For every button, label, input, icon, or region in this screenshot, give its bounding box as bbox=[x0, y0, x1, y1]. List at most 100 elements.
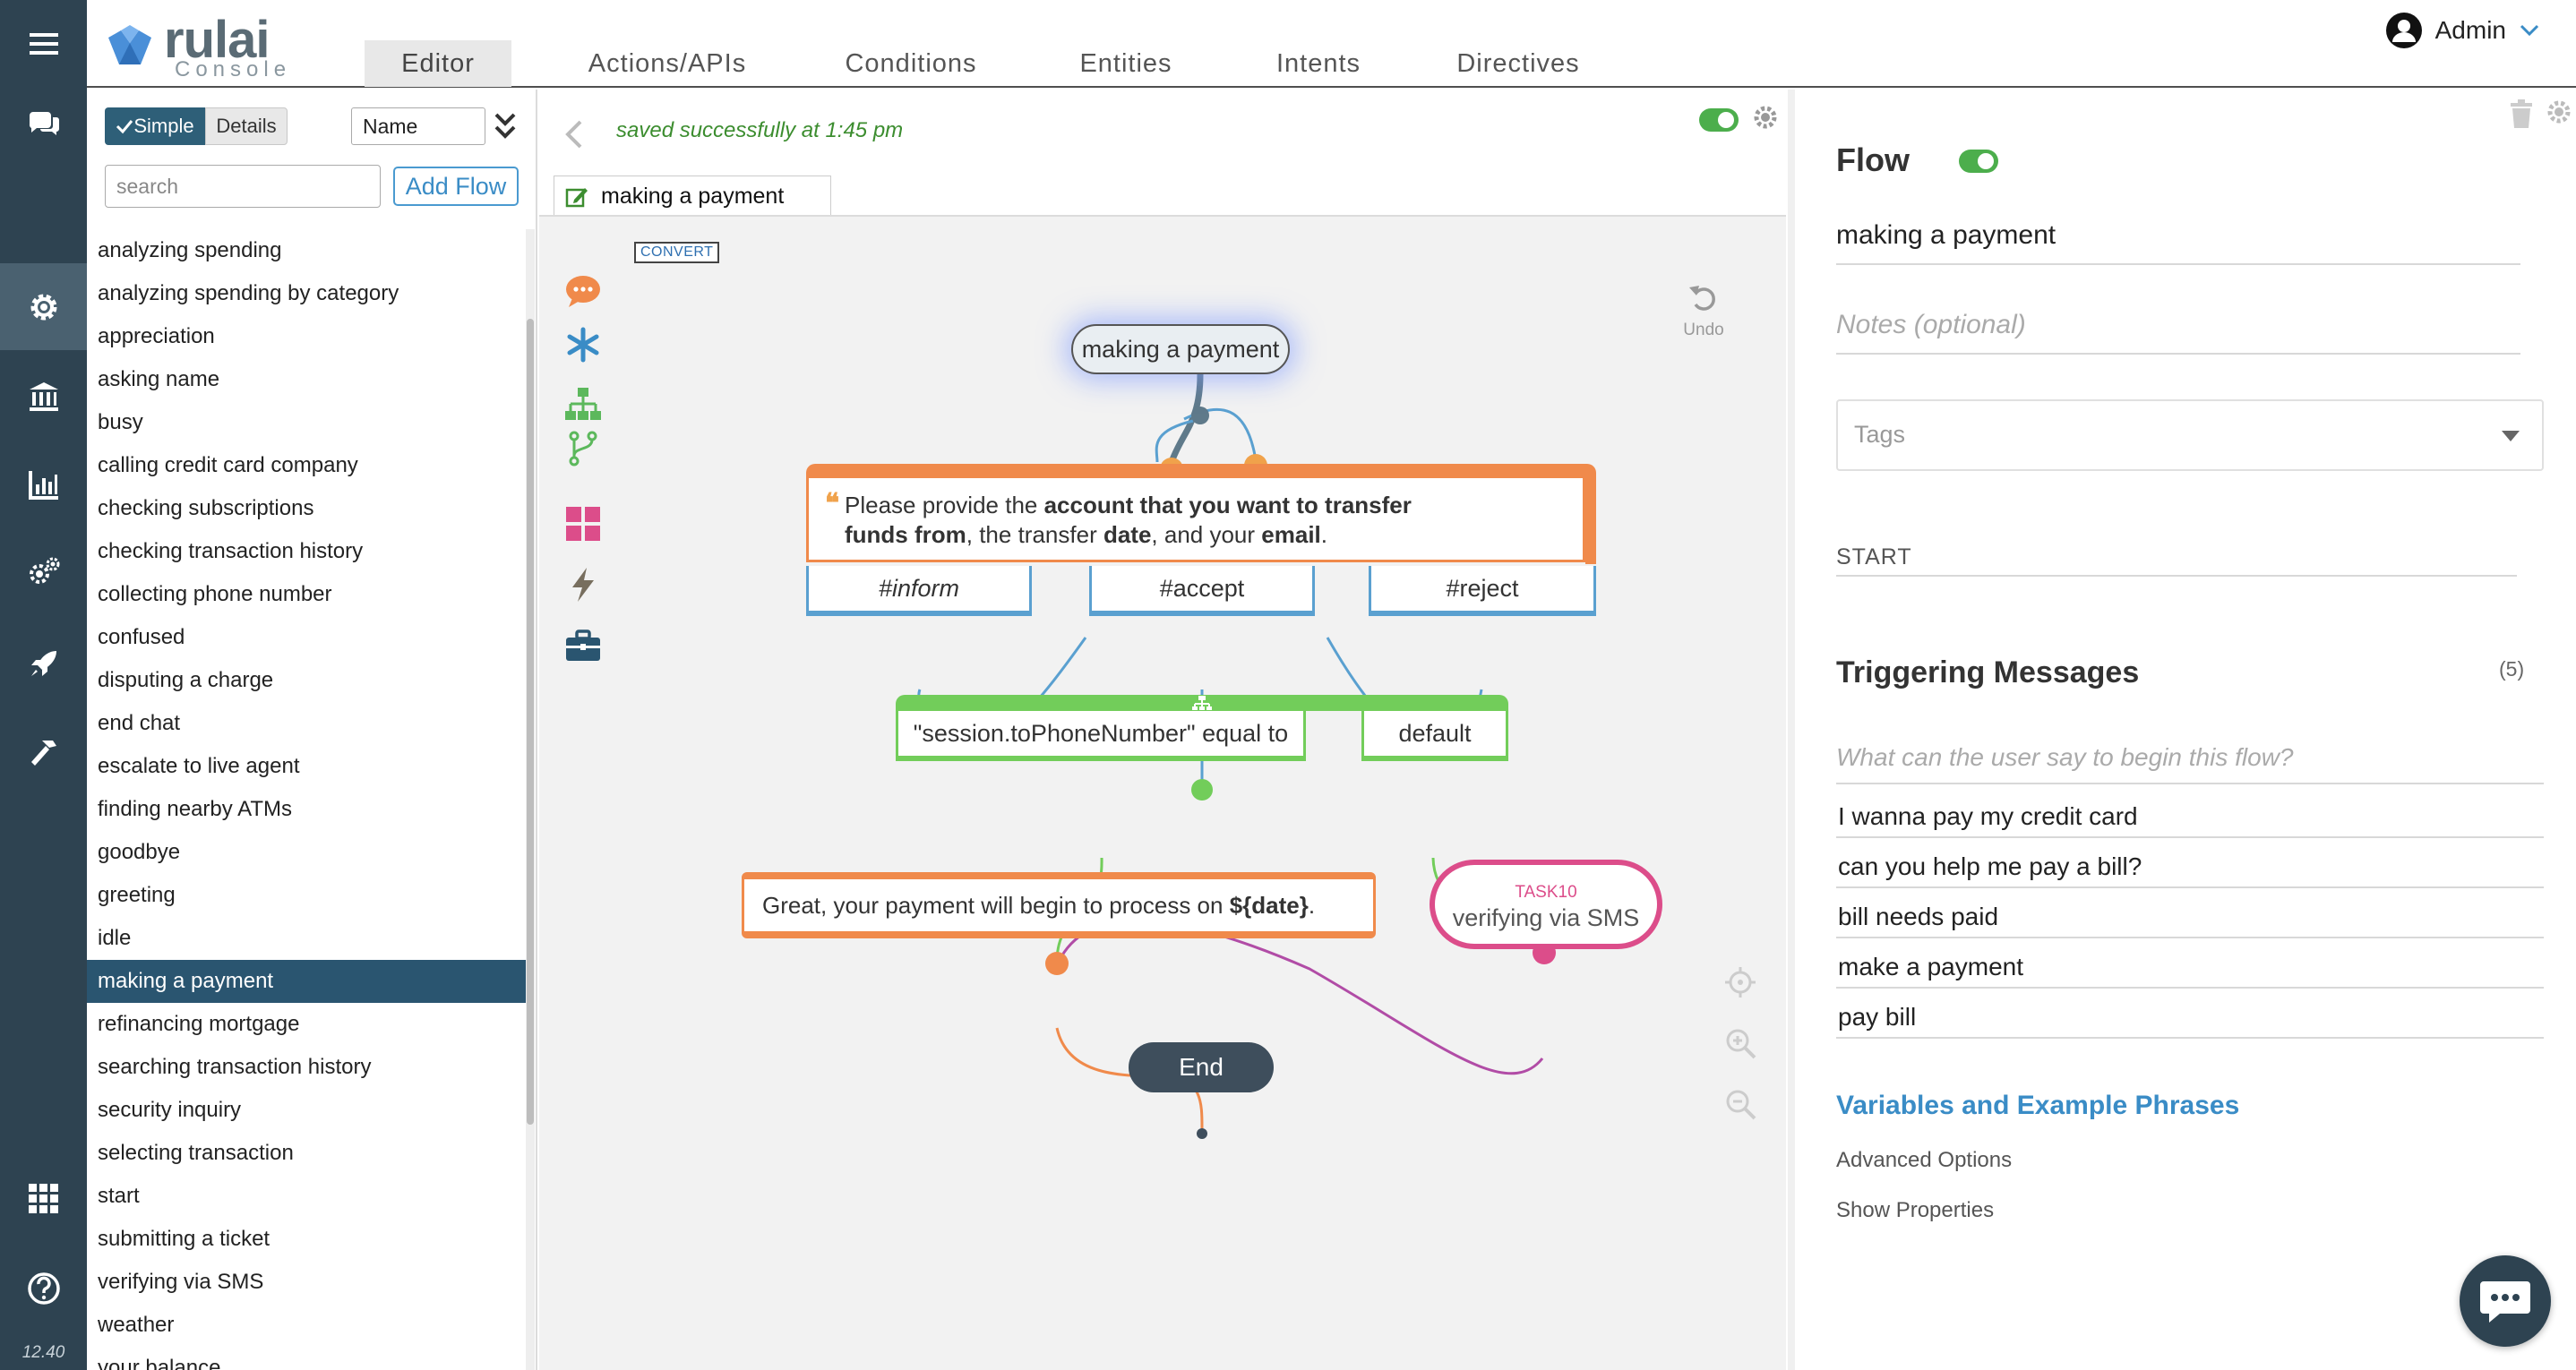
double-chevron-down-icon[interactable] bbox=[492, 109, 519, 145]
tab-actions-apis[interactable]: Actions/APIs bbox=[560, 40, 775, 87]
help-icon[interactable] bbox=[0, 1245, 87, 1331]
add-flow-button[interactable]: Add Flow bbox=[393, 167, 519, 206]
zoom-in-icon[interactable] bbox=[1723, 1026, 1757, 1060]
tab-editor[interactable]: Editor bbox=[365, 40, 511, 87]
triggering-message[interactable]: pay bill bbox=[1836, 989, 2544, 1039]
triggering-message[interactable]: make a payment bbox=[1836, 938, 2544, 989]
notes-field[interactable]: Notes (optional) bbox=[1836, 310, 2520, 355]
chat-icon[interactable] bbox=[0, 79, 87, 166]
user-avatar-icon bbox=[2385, 13, 2422, 48]
flow-active-toggle[interactable] bbox=[1958, 149, 1999, 174]
zoom-out-icon[interactable] bbox=[1723, 1087, 1757, 1121]
show-properties-link[interactable]: Show Properties bbox=[1836, 1198, 1994, 1223]
triggering-message[interactable]: I wanna pay my credit card bbox=[1836, 788, 2544, 838]
condition-node[interactable]: "session.toPhoneNumber" equal to default bbox=[896, 695, 1508, 768]
triggering-message[interactable]: bill needs paid bbox=[1836, 888, 2544, 938]
chart-icon[interactable] bbox=[0, 441, 87, 527]
tab-conditions[interactable]: Conditions bbox=[821, 40, 1000, 87]
message-node[interactable]: Great, your payment will begin to proces… bbox=[742, 872, 1376, 938]
flow-list-item[interactable]: goodbye bbox=[87, 831, 526, 874]
task-node[interactable]: TASK10 verifying via SMS bbox=[1430, 860, 1662, 949]
flow-enabled-toggle[interactable] bbox=[1698, 107, 1739, 133]
flow-list-item[interactable]: confused bbox=[87, 616, 526, 659]
flow-list-item[interactable]: checking transaction history bbox=[87, 530, 526, 573]
trash-icon[interactable] bbox=[2508, 98, 2535, 129]
sort-select[interactable]: Name bbox=[351, 107, 485, 145]
user-menu[interactable]: Admin bbox=[2385, 13, 2540, 48]
advanced-options-link[interactable]: Advanced Options bbox=[1836, 1148, 2012, 1173]
flow-list-item[interactable]: analyzing spending by category bbox=[87, 272, 526, 315]
tags-placeholder: Tags bbox=[1854, 421, 1906, 448]
variables-link[interactable]: Variables and Example Phrases bbox=[1836, 1091, 2239, 1121]
start-node[interactable]: making a payment bbox=[1071, 324, 1290, 374]
recenter-icon[interactable] bbox=[1723, 965, 1757, 999]
flow-list-item[interactable]: weather bbox=[87, 1304, 526, 1347]
start-field[interactable]: START bbox=[1836, 544, 2517, 577]
flow-editor: saved successfully at 1:45 pm making a p… bbox=[539, 90, 1786, 1370]
check-icon bbox=[116, 120, 133, 134]
properties-panel: Flow making a payment Notes (optional) T… bbox=[1788, 90, 2576, 1370]
version-label: 12.40 bbox=[21, 1343, 65, 1362]
condition-expression[interactable]: "session.toPhoneNumber" equal to bbox=[896, 711, 1306, 761]
flow-list-item[interactable]: disputing a charge bbox=[87, 659, 526, 702]
user-name: Admin bbox=[2434, 16, 2506, 44]
flow-list-item[interactable]: escalate to live agent bbox=[87, 745, 526, 788]
flow-list-item[interactable]: checking subscriptions bbox=[87, 487, 526, 530]
flow-list-item[interactable]: analyzing spending bbox=[87, 229, 526, 272]
flow-list-item[interactable]: end chat bbox=[87, 702, 526, 745]
flow-list-item[interactable]: start bbox=[87, 1175, 526, 1218]
flow-list-item[interactable]: idle bbox=[87, 917, 526, 960]
save-status: saved successfully at 1:45 pm bbox=[616, 118, 904, 142]
flow-search-input[interactable] bbox=[105, 165, 381, 208]
flow-list-item[interactable]: appreciation bbox=[87, 315, 526, 358]
view-mode-toggle: Simple Details bbox=[105, 107, 288, 145]
chat-widget-button[interactable] bbox=[2460, 1255, 2551, 1347]
icon-rail: 12.40 bbox=[0, 0, 87, 1370]
gear-icon[interactable] bbox=[0, 263, 87, 350]
flow-list-item[interactable]: finding nearby ATMs bbox=[87, 788, 526, 831]
intent-inform[interactable]: #inform bbox=[806, 566, 1032, 616]
flow-list-item[interactable]: making a payment bbox=[87, 960, 526, 1003]
gear-icon[interactable] bbox=[2544, 97, 2574, 127]
menu-icon[interactable] bbox=[0, 0, 87, 87]
flow-list-item[interactable]: collecting phone number bbox=[87, 573, 526, 616]
flow-list-item[interactable]: selecting transaction bbox=[87, 1132, 526, 1175]
logo[interactable]: rulai Console bbox=[105, 14, 286, 81]
simple-mode-button[interactable]: Simple bbox=[105, 107, 205, 145]
flow-list-item[interactable]: asking name bbox=[87, 358, 526, 401]
task-name: verifying via SMS bbox=[1452, 904, 1640, 931]
flow-list-item[interactable]: searching transaction history bbox=[87, 1046, 526, 1089]
flow-list-item[interactable]: your balance bbox=[87, 1347, 526, 1370]
tab-entities[interactable]: Entities bbox=[1054, 40, 1198, 87]
end-node[interactable]: End bbox=[1129, 1042, 1274, 1092]
flow-list-item[interactable]: security inquiry bbox=[87, 1089, 526, 1132]
intent-reject[interactable]: #reject bbox=[1369, 566, 1596, 616]
bank-icon[interactable] bbox=[0, 353, 87, 440]
settings-icon[interactable] bbox=[0, 528, 87, 615]
flow-tab[interactable]: making a payment bbox=[554, 176, 831, 217]
flow-name-field[interactable]: making a payment bbox=[1836, 220, 2520, 265]
tab-intents[interactable]: Intents bbox=[1251, 40, 1386, 87]
flow-list-item[interactable]: busy bbox=[87, 401, 526, 444]
details-mode-button[interactable]: Details bbox=[205, 107, 288, 145]
prompt-text: ❝ Please provide the account that you wa… bbox=[806, 478, 1585, 562]
apps-grid-icon[interactable] bbox=[0, 1155, 87, 1242]
intent-accept[interactable]: #accept bbox=[1089, 566, 1315, 616]
flow-list-item[interactable]: verifying via SMS bbox=[87, 1261, 526, 1304]
tags-select[interactable]: Tags bbox=[1836, 399, 2544, 471]
scrollbar-thumb[interactable] bbox=[527, 319, 534, 1125]
triggering-message-input[interactable]: What can the user say to begin this flow… bbox=[1836, 743, 2544, 784]
flow-list-scrollbar[interactable] bbox=[526, 229, 535, 1370]
flow-list-item[interactable]: greeting bbox=[87, 874, 526, 917]
flow-list-item[interactable]: submitting a ticket bbox=[87, 1218, 526, 1261]
hammer-icon[interactable] bbox=[0, 709, 87, 796]
prompt-node[interactable]: ❝ Please provide the account that you wa… bbox=[806, 464, 1596, 695]
chevron-left-icon[interactable] bbox=[561, 116, 588, 152]
condition-default[interactable]: default bbox=[1361, 711, 1508, 761]
triggering-message[interactable]: can you help me pay a bill? bbox=[1836, 838, 2544, 888]
gear-icon[interactable] bbox=[1750, 102, 1781, 133]
flow-list-item[interactable]: refinancing mortgage bbox=[87, 1003, 526, 1046]
flow-list-item[interactable]: calling credit card company bbox=[87, 444, 526, 487]
rocket-icon[interactable] bbox=[0, 620, 87, 706]
tab-directives[interactable]: Directives bbox=[1439, 40, 1597, 87]
